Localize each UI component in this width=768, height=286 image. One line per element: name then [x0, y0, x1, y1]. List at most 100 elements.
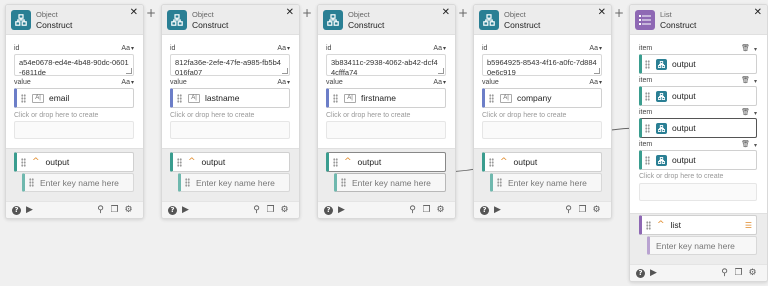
output-row[interactable]: ^ output — [482, 152, 602, 172]
key-name-input[interactable]: Enter key name here — [490, 173, 602, 192]
drop-hint[interactable]: Click or drop here to create — [326, 112, 410, 119]
drop-hint[interactable]: Click or drop here to create — [170, 112, 254, 119]
close-icon[interactable]: ✕ — [130, 7, 138, 18]
list-item-row[interactable]: output — [639, 150, 757, 170]
object-construct-node[interactable]: ObjectConstruct ✕ id Aa b5964925-8543-4f16-a… — [473, 4, 612, 219]
chevron-down-icon[interactable]: ▾ — [754, 142, 757, 149]
play-icon[interactable]: ▶ — [180, 205, 191, 216]
drag-handle-icon[interactable] — [645, 155, 650, 165]
chevron-up-icon[interactable]: ^ — [657, 220, 665, 230]
list-item-row[interactable]: output — [639, 118, 757, 138]
settings-icon[interactable]: ⚙ — [123, 205, 134, 216]
drop-zone[interactable] — [482, 121, 602, 139]
drop-zone[interactable] — [14, 121, 134, 139]
close-icon[interactable]: ✕ — [754, 7, 762, 18]
trash-icon[interactable]: 🗑 — [741, 140, 750, 148]
text-format-dropdown[interactable]: Aa — [121, 79, 134, 86]
drag-handle-icon[interactable] — [489, 157, 494, 167]
chevron-down-icon[interactable]: ▾ — [754, 46, 757, 53]
chevron-up-icon[interactable]: ^ — [344, 157, 352, 167]
copy-icon[interactable]: ❐ — [109, 205, 120, 216]
add-node-button[interactable]: + — [457, 7, 469, 19]
copy-icon[interactable]: ❐ — [733, 268, 744, 279]
key-name-input[interactable]: Enter key name here — [22, 173, 134, 192]
drag-handle-icon[interactable] — [645, 91, 650, 101]
value-field[interactable]: A| firstname — [326, 88, 446, 108]
drag-handle-icon[interactable] — [489, 93, 494, 103]
add-node-button[interactable]: + — [301, 7, 313, 19]
output-row[interactable]: ^ output — [170, 152, 290, 172]
output-row[interactable]: ^ list ☰ — [639, 215, 757, 235]
copy-icon[interactable]: ❐ — [421, 205, 432, 216]
object-construct-node[interactable]: ObjectConstruct ✕ id Aa a54e0678-ed4e-4b48-9… — [5, 4, 144, 219]
text-format-dropdown[interactable]: Aa — [277, 45, 290, 52]
search-icon[interactable]: ⚲ — [407, 205, 418, 216]
settings-icon[interactable]: ⚙ — [591, 205, 602, 216]
resize-handle-icon[interactable] — [282, 68, 288, 74]
drag-handle-icon[interactable] — [29, 178, 34, 187]
value-field[interactable]: A| company — [482, 88, 602, 108]
drag-handle-icon[interactable] — [645, 123, 650, 133]
drop-zone[interactable] — [639, 183, 757, 201]
text-format-dropdown[interactable]: Aa — [121, 45, 134, 52]
output-row[interactable]: ^ output — [14, 152, 134, 172]
drag-handle-icon[interactable] — [333, 157, 338, 167]
id-field[interactable]: a54e0678-ed4e-4b48-90dc-0601-6811de — [14, 54, 134, 76]
chevron-up-icon[interactable]: ^ — [188, 157, 196, 167]
object-construct-node[interactable]: ObjectConstruct ✕ id Aa 812fa36e-2efe-47fe-a… — [161, 4, 300, 219]
drag-handle-icon[interactable] — [646, 220, 651, 230]
node-header[interactable]: Object Construct ✕ — [162, 5, 299, 35]
node-header[interactable]: Object Construct ✕ — [318, 5, 455, 35]
id-field[interactable]: b5964925-8543-4f16-a0fc-7d8840e6c919 — [482, 54, 602, 76]
settings-icon[interactable]: ⚙ — [435, 205, 446, 216]
drop-zone[interactable] — [170, 121, 290, 139]
close-icon[interactable]: ✕ — [286, 7, 294, 18]
search-icon[interactable]: ⚲ — [95, 205, 106, 216]
chevron-down-icon[interactable]: ▾ — [754, 110, 757, 117]
play-icon[interactable]: ▶ — [492, 205, 503, 216]
drag-handle-icon[interactable] — [177, 157, 182, 167]
trash-icon[interactable]: 🗑 — [741, 108, 750, 116]
settings-icon[interactable]: ⚙ — [747, 268, 758, 279]
help-icon[interactable]: ? — [480, 205, 489, 215]
key-name-input[interactable]: Enter key name here — [647, 236, 757, 255]
list-item-row[interactable]: output — [639, 86, 757, 106]
object-construct-node[interactable]: ObjectConstruct ✕ id Aa 3b83411c-2938-4062-a… — [317, 4, 456, 219]
play-icon[interactable]: ▶ — [336, 205, 347, 216]
add-node-button[interactable]: + — [613, 7, 625, 19]
value-field[interactable]: A| lastname — [170, 88, 290, 108]
copy-icon[interactable]: ❐ — [265, 205, 276, 216]
trash-icon[interactable]: 🗑 — [741, 76, 750, 84]
key-name-input[interactable]: Enter key name here — [334, 173, 446, 192]
drag-handle-icon[interactable] — [177, 93, 182, 103]
drag-handle-icon[interactable] — [497, 178, 502, 187]
node-header[interactable]: Object Construct ✕ — [6, 5, 143, 35]
text-format-dropdown[interactable]: Aa — [589, 79, 602, 86]
play-icon[interactable]: ▶ — [24, 205, 35, 216]
chevron-up-icon[interactable]: ^ — [500, 157, 508, 167]
list-item-row[interactable]: output — [639, 54, 757, 74]
resize-handle-icon[interactable] — [126, 68, 132, 74]
node-header[interactable]: List Construct ✕ — [630, 5, 767, 35]
search-icon[interactable]: ⚲ — [719, 268, 730, 279]
drag-handle-icon[interactable] — [341, 178, 346, 187]
text-format-dropdown[interactable]: Aa — [433, 79, 446, 86]
copy-icon[interactable]: ❐ — [577, 205, 588, 216]
id-field[interactable]: 812fa36e-2efe-47fe-a985-fb5b4016fa07 — [170, 54, 290, 76]
node-header[interactable]: Object Construct ✕ — [474, 5, 611, 35]
drop-hint[interactable]: Click or drop here to create — [14, 112, 98, 119]
help-icon[interactable]: ? — [636, 268, 645, 278]
close-icon[interactable]: ✕ — [598, 7, 606, 18]
drop-hint[interactable]: Click or drop here to create — [639, 173, 723, 180]
drop-hint[interactable]: Click or drop here to create — [482, 112, 566, 119]
id-field[interactable]: 3b83411c-2938-4062-ab42-dcf44cfffa74 — [326, 54, 446, 76]
add-node-button[interactable]: + — [145, 7, 157, 19]
text-format-dropdown[interactable]: Aa — [433, 45, 446, 52]
help-icon[interactable]: ? — [168, 205, 177, 215]
trash-icon[interactable]: 🗑 — [741, 44, 750, 52]
chevron-down-icon[interactable]: ▾ — [754, 78, 757, 85]
settings-icon[interactable]: ⚙ — [279, 205, 290, 216]
text-format-dropdown[interactable]: Aa — [589, 45, 602, 52]
output-row[interactable]: ^ output — [326, 152, 446, 172]
drag-handle-icon[interactable] — [333, 93, 338, 103]
